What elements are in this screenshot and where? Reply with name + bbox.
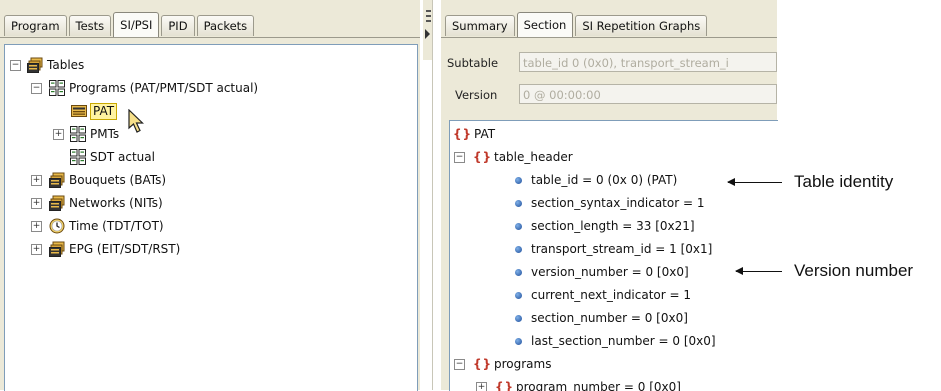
tab-si-psi[interactable]: SI/PSI xyxy=(113,12,160,37)
bullet-icon xyxy=(515,292,522,299)
tree-item-sdt-actual[interactable]: SDT actual xyxy=(5,148,405,166)
collapse-icon[interactable]: − xyxy=(454,359,465,370)
tab-tests[interactable]: Tests xyxy=(68,15,112,36)
tree-item-pat[interactable]: PAT xyxy=(5,102,405,120)
bullet-icon xyxy=(515,200,522,207)
expand-icon[interactable]: + xyxy=(31,244,42,255)
tree-label: EPG (EIT/SDT/RST) xyxy=(69,242,181,256)
struct-icon: {} xyxy=(495,380,515,391)
section-tree[interactable]: {} PAT − {} table_header table_id = 0 (0… xyxy=(449,120,778,391)
struct-icon: {} xyxy=(473,357,493,371)
field-label: table_id = 0 (0x 0) (PAT) xyxy=(531,173,678,187)
clock-icon xyxy=(49,218,65,234)
tab-program[interactable]: Program xyxy=(4,15,67,36)
tab-divider xyxy=(0,37,420,38)
tree-label: Bouquets (BATs) xyxy=(69,173,167,187)
tab-section[interactable]: Section xyxy=(516,12,574,37)
version-label: Version xyxy=(455,88,498,102)
field-label: version_number = 0 [0x0] xyxy=(531,265,689,279)
struct-icon: {} xyxy=(453,127,473,141)
tree-item-networks[interactable]: + Networks (NITs) xyxy=(5,194,405,212)
chevron-right-icon[interactable] xyxy=(424,28,432,40)
expand-icon[interactable]: + xyxy=(31,198,42,209)
tree-label: Time (TDT/TOT) xyxy=(69,219,164,233)
callout-arrow xyxy=(727,178,782,186)
table-stack-icon xyxy=(49,172,65,188)
bullet-icon xyxy=(515,338,522,345)
splitter-grip xyxy=(426,15,431,17)
tree-label: Programs (PAT/PMT/SDT actual) xyxy=(69,81,259,95)
pane-splitter[interactable] xyxy=(420,0,441,390)
tree-label: PMTs xyxy=(90,127,120,141)
left-panel: Program Tests SI/PSI PID Packets − Tables − xyxy=(0,0,420,391)
tree-label: program_number = 0 [0x0] xyxy=(516,380,681,391)
field-label: section_number = 0 [0x0] xyxy=(531,311,688,325)
tree-item-time[interactable]: + Time (TDT/TOT) xyxy=(5,217,405,235)
bullet-icon xyxy=(515,246,522,253)
callout-arrow xyxy=(735,267,782,275)
bullet-icon xyxy=(515,223,522,230)
expand-icon[interactable]: + xyxy=(31,175,42,186)
expand-icon[interactable]: + xyxy=(31,221,42,232)
splitter-grip xyxy=(426,10,431,12)
tree-item-epg[interactable]: + EPG (EIT/SDT/RST) xyxy=(5,240,405,258)
tree-label: table_header xyxy=(494,150,573,164)
program-grid-icon xyxy=(49,80,65,96)
tree-label: Tables xyxy=(47,58,85,72)
struct-icon: {} xyxy=(473,150,493,164)
field-label: section_length = 33 [0x21] xyxy=(531,219,695,233)
tree-label: PAT xyxy=(474,127,496,141)
program-grid-icon xyxy=(70,149,86,165)
field-label: transport_stream_id = 1 [0x1] xyxy=(531,242,713,256)
tree-label: PAT xyxy=(90,103,118,120)
tables-tree[interactable]: − Tables − Programs (PAT/PMT/SDT actual) xyxy=(4,44,418,391)
field-label: last_section_number = 0 [0x0] xyxy=(531,334,716,348)
subtable-label: Subtable xyxy=(447,56,499,70)
tab-packets[interactable]: Packets xyxy=(196,15,255,36)
right-panel: Summary Section SI Repetition Graphs Subta… xyxy=(441,0,778,391)
callout-version-number: Version number xyxy=(794,261,914,280)
splitter-grip xyxy=(426,20,431,22)
table-stack-icon xyxy=(27,57,43,73)
program-grid-icon xyxy=(70,126,86,142)
left-tab-bar: Program Tests SI/PSI PID Packets xyxy=(4,11,256,37)
tree-item-tables[interactable]: − Tables xyxy=(5,56,405,74)
tree-label: SDT actual xyxy=(90,150,155,164)
expand-icon[interactable]: + xyxy=(53,129,64,140)
callout-table-identity: Table identity xyxy=(794,172,894,191)
tree-label: programs xyxy=(494,357,552,371)
table-icon xyxy=(71,105,87,117)
tree-item-bouquets[interactable]: + Bouquets (BATs) xyxy=(5,171,405,189)
subtable-field[interactable]: table_id 0 (0x0), transport_stream_i xyxy=(519,52,777,72)
bullet-icon xyxy=(515,269,522,276)
bullet-icon xyxy=(515,177,522,184)
tree-item-pmts[interactable]: + PMTs xyxy=(5,125,405,143)
collapse-icon[interactable]: − xyxy=(10,60,21,71)
tab-divider xyxy=(441,37,777,38)
right-tab-bar: Summary Section SI Repetition Graphs xyxy=(445,11,709,37)
table-stack-icon xyxy=(49,241,65,257)
tab-si-repetition-graphs[interactable]: SI Repetition Graphs xyxy=(575,15,708,36)
field-label: current_next_indicator = 1 xyxy=(531,288,692,302)
table-stack-icon xyxy=(49,195,65,211)
version-field[interactable]: 0 @ 00:00:00 xyxy=(519,84,777,104)
tab-pid[interactable]: PID xyxy=(161,15,195,36)
bullet-icon xyxy=(515,315,522,322)
field-label: section_syntax_indicator = 1 xyxy=(531,196,705,210)
collapse-icon[interactable]: − xyxy=(31,83,42,94)
tree-item-programs[interactable]: − Programs (PAT/PMT/SDT actual) xyxy=(5,79,405,97)
tree-label: Networks (NITs) xyxy=(69,196,163,210)
tab-summary[interactable]: Summary xyxy=(445,15,515,36)
collapse-icon[interactable]: − xyxy=(454,152,465,163)
